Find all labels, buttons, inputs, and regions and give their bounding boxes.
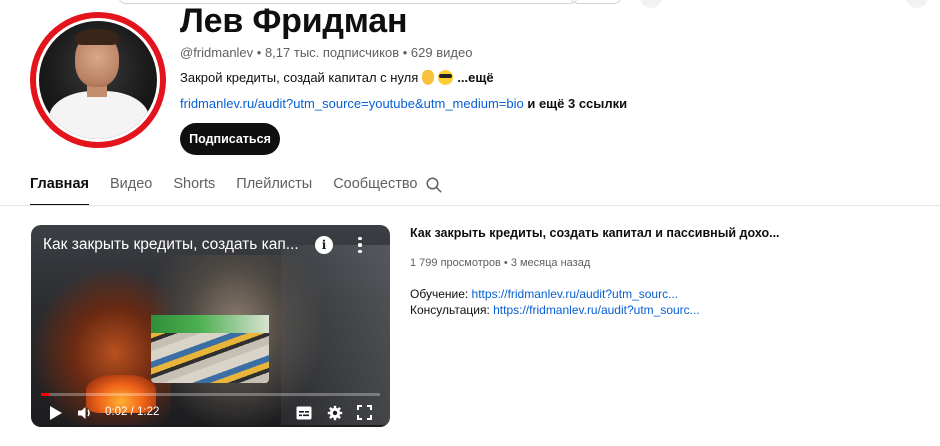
play-icon[interactable] <box>49 405 63 421</box>
tab-playlists[interactable]: Плейлисты <box>236 165 312 205</box>
channel-meta: @fridmanlev • 8,17 тыс. подписчиков • 62… <box>180 45 473 60</box>
view-count: 1 799 просмотров <box>410 257 501 269</box>
description-more-link[interactable]: ...ещё <box>457 70 493 85</box>
description-line-consultation: Консультация: https://fridmanlev.ru/audi… <box>410 303 700 317</box>
channel-links: fridmanlev.ru/audit?utm_source=youtube&u… <box>180 96 627 111</box>
backhand-index-pointing-down-icon <box>422 70 435 85</box>
subscriber-count: 8,17 тыс. подписчиков <box>264 45 400 60</box>
top-right-button-edge[interactable] <box>906 0 928 8</box>
featured-video-player[interactable]: Как закрыть кредиты, создать кап... i 0:… <box>31 225 390 427</box>
avatar-shirt <box>49 91 149 139</box>
avatar-hair <box>75 29 119 45</box>
channel-link[interactable]: fridmanlev.ru/audit?utm_source=youtube&u… <box>180 96 524 111</box>
avatar-frame <box>36 18 160 142</box>
progress-fill <box>41 393 50 396</box>
tab-community[interactable]: Сообщество <box>333 165 417 205</box>
time-current: 0:02 <box>105 406 128 418</box>
smiling-face-with-sunglasses-icon <box>438 70 454 85</box>
upload-age: 3 месяца назад <box>510 257 591 269</box>
fullscreen-icon[interactable] <box>357 405 372 420</box>
player-controls: 0:02 / 1:22 <box>31 397 390 427</box>
channel-avatar[interactable] <box>30 12 166 148</box>
search-icon[interactable] <box>425 176 443 194</box>
video-count: 629 видео <box>410 45 473 60</box>
tabs-divider <box>0 205 940 206</box>
more-links-button[interactable]: и ещё 3 ссылки <box>524 96 627 111</box>
info-icon[interactable]: i <box>315 236 333 254</box>
tab-videos[interactable]: Видео <box>110 165 152 205</box>
featured-video-description: Обучение: https://fridmanlev.ru/audit?ut… <box>410 286 700 318</box>
featured-video-stats: 1 799 просмотров • 3 месяца назад <box>410 257 591 269</box>
search-button-edge[interactable] <box>570 0 622 4</box>
channel-tabs: Главная Видео Shorts Плейлисты Сообществ… <box>30 165 438 206</box>
settings-icon[interactable] <box>327 405 343 421</box>
consultation-link[interactable]: https://fridmanlev.ru/audit?utm_sourc... <box>493 303 700 317</box>
featured-video-title[interactable]: Как закрыть кредиты, создать капитал и п… <box>410 226 780 240</box>
player-title[interactable]: Как закрыть кредиты, создать кап... <box>43 236 323 254</box>
description-text: Закрой кредиты, создай капитал с нуля <box>180 70 419 85</box>
subtitles-icon[interactable] <box>296 406 312 420</box>
time-total: 1:22 <box>136 406 160 418</box>
avatar-photo <box>39 21 157 139</box>
channel-handle: @fridmanlev <box>180 45 254 60</box>
tab-home[interactable]: Главная <box>30 165 89 206</box>
channel-name: Лев Фридман <box>180 2 408 40</box>
tab-shorts[interactable]: Shorts <box>173 165 215 205</box>
description-line-education: Обучение: https://fridmanlev.ru/audit?ut… <box>410 287 679 301</box>
progress-bar[interactable] <box>41 393 380 396</box>
thumbnail-cards-top <box>151 315 269 333</box>
time-display: 0:02 / 1:22 <box>105 406 160 418</box>
channel-description[interactable]: Закрой кредиты, создай капитал с нуля ..… <box>180 70 494 85</box>
education-link[interactable]: https://fridmanlev.ru/audit?utm_sourc... <box>472 287 679 301</box>
voice-search-button-edge[interactable] <box>640 0 662 8</box>
more-vert-icon[interactable] <box>357 235 363 255</box>
volume-icon[interactable] <box>77 405 93 421</box>
subscribe-button[interactable]: Подписаться <box>180 123 280 155</box>
